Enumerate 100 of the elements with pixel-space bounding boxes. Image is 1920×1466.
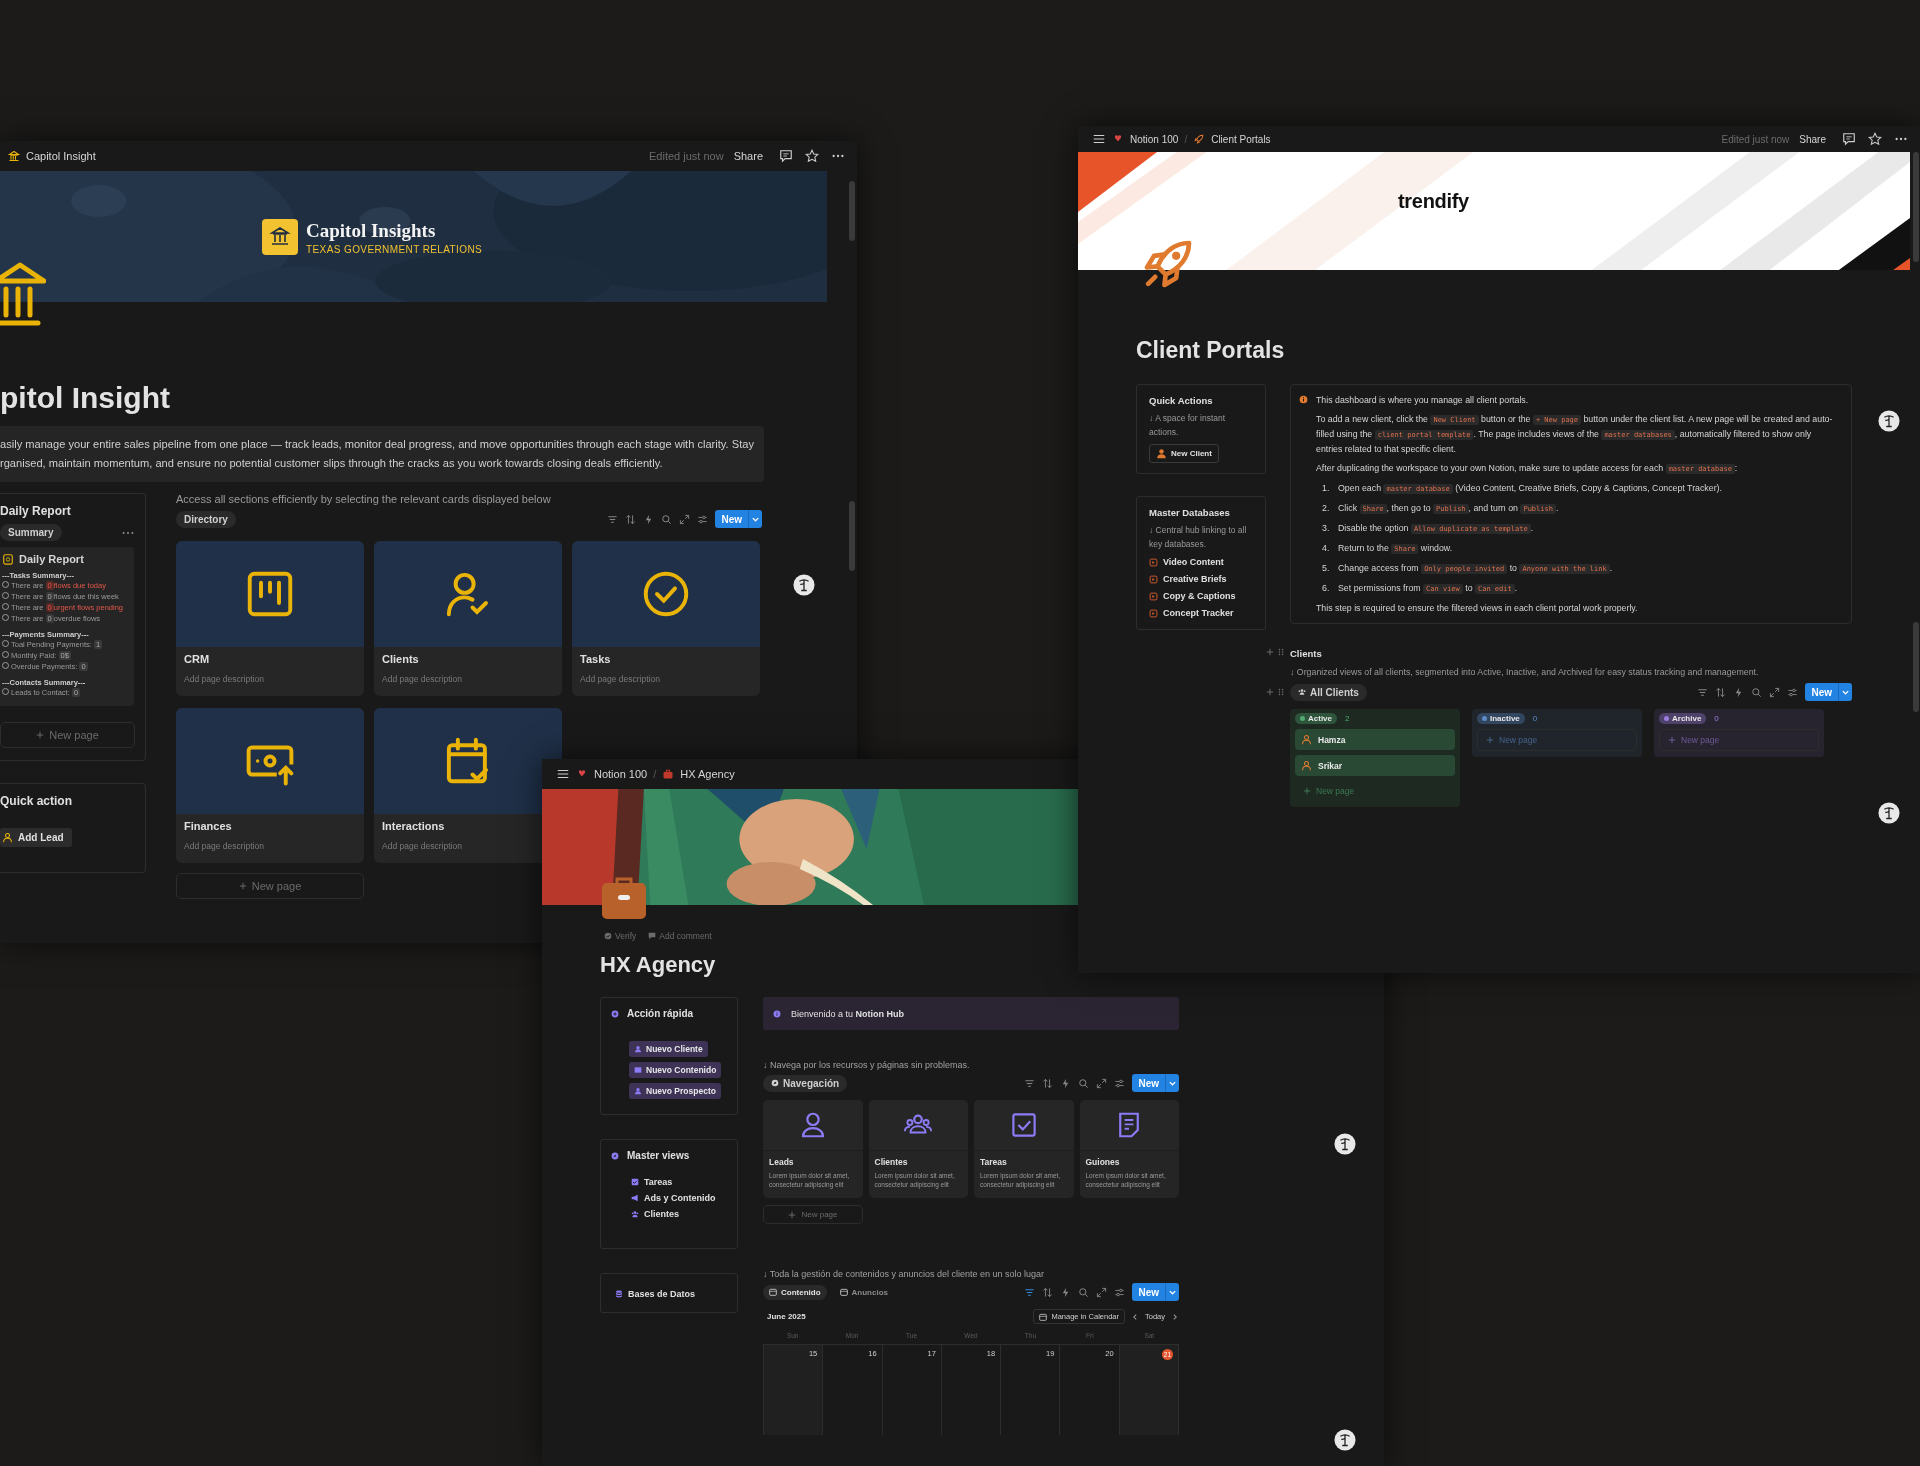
- drag-handle-icon[interactable]: [1277, 648, 1285, 656]
- page-card[interactable]: Finances Add page description: [176, 708, 364, 863]
- page-link[interactable]: Tareas: [631, 1177, 727, 1187]
- search-icon[interactable]: [1078, 1077, 1090, 1089]
- caret-icon[interactable]: [1165, 1074, 1179, 1092]
- megaphone-icon: [631, 1194, 639, 1202]
- caret-icon[interactable]: [1165, 1283, 1179, 1301]
- page-link[interactable]: Bases de Datos: [615, 1289, 696, 1299]
- drag-handle-icon[interactable]: [1277, 688, 1285, 696]
- settings-icon[interactable]: [1114, 1077, 1126, 1089]
- add-lead-button[interactable]: Add Lead: [0, 828, 72, 847]
- view-tab[interactable]: All Clients: [1290, 683, 1367, 701]
- database-link[interactable]: Creative Briefs: [1149, 573, 1227, 585]
- sort-icon[interactable]: [1042, 1077, 1054, 1089]
- assistant-icon[interactable]: [1878, 802, 1900, 824]
- client-card[interactable]: Hamza: [1295, 729, 1455, 750]
- step-number: 1.: [1322, 482, 1331, 495]
- expand-icon[interactable]: [1096, 1286, 1108, 1298]
- breadcrumb-item[interactable]: Notion 100: [1130, 133, 1179, 145]
- plus-circle-icon: [611, 1009, 619, 1018]
- page-card[interactable]: CRM Add page description: [176, 541, 364, 696]
- assistant-icon[interactable]: [793, 574, 815, 596]
- edit-status: Edited just now: [1721, 133, 1790, 145]
- database-link[interactable]: Copy & Captions: [1149, 590, 1236, 602]
- star-icon[interactable]: [805, 149, 819, 163]
- panel-title: Acción rápida: [627, 1008, 694, 1019]
- scrollbar[interactable]: [1913, 622, 1919, 712]
- sort-icon[interactable]: [625, 513, 637, 525]
- database-link[interactable]: Video Content: [1149, 556, 1224, 568]
- share-button[interactable]: Share: [1795, 133, 1830, 145]
- comment-icon[interactable]: [779, 149, 793, 163]
- card-description: Add page description: [184, 841, 265, 851]
- action-button[interactable]: Nuevo Prospecto: [629, 1083, 721, 1099]
- search-icon[interactable]: [1751, 686, 1763, 698]
- assistant-icon[interactable]: [1878, 410, 1900, 432]
- view-tab[interactable]: Navegación: [763, 1074, 848, 1092]
- chevron-right-icon[interactable]: [1171, 1312, 1179, 1321]
- view-tab[interactable]: Anuncios: [833, 1284, 894, 1300]
- page-card[interactable]: Tasks Add page description: [572, 541, 760, 696]
- new-client-button[interactable]: New Client: [1149, 444, 1219, 463]
- comment-icon[interactable]: [1842, 132, 1856, 146]
- calendar-icon: [1039, 1312, 1048, 1321]
- breadcrumb-item[interactable]: Client Portals: [1211, 133, 1271, 145]
- filter-icon[interactable]: [607, 513, 619, 525]
- filter-icon[interactable]: [1697, 686, 1709, 698]
- person-icon: [1301, 760, 1312, 771]
- settings-icon[interactable]: [1114, 1286, 1126, 1298]
- panel-title: Quick Actions: [1149, 395, 1213, 406]
- menu-icon[interactable]: [556, 767, 570, 781]
- view-tab[interactable]: Directory: [176, 510, 236, 528]
- filter-icon[interactable]: [1024, 1077, 1036, 1089]
- callout-paragraph: This dashboard is where you manage all client portals.: [1316, 394, 1530, 407]
- report-card[interactable]: [0, 547, 134, 706]
- assistant-icon[interactable]: [1334, 1133, 1356, 1155]
- action-button[interactable]: Nuevo Contenido: [629, 1062, 722, 1078]
- share-button[interactable]: Share: [729, 150, 767, 162]
- search-icon[interactable]: [1078, 1286, 1090, 1298]
- settings-icon[interactable]: [1787, 686, 1799, 698]
- more-icon[interactable]: [121, 529, 135, 536]
- action-button[interactable]: Nuevo Cliente: [629, 1041, 708, 1057]
- status-tag: Archive: [1659, 713, 1707, 724]
- breadcrumb-item[interactable]: Notion 100: [594, 768, 648, 780]
- settings-icon[interactable]: [697, 513, 709, 525]
- page-card[interactable]: Clients Add page description: [374, 541, 562, 696]
- card-title: Guiones: [1084, 1156, 1121, 1167]
- sort-icon[interactable]: [1715, 686, 1727, 698]
- expand-icon[interactable]: [1096, 1077, 1108, 1089]
- page-card[interactable]: Interactions Add page description: [374, 708, 562, 863]
- plus-icon: [1486, 736, 1494, 744]
- chevron-left-icon[interactable]: [1131, 1312, 1139, 1321]
- rocket-icon: [1193, 133, 1206, 145]
- search-icon[interactable]: [661, 513, 673, 525]
- view-tab[interactable]: Summary: [0, 524, 62, 541]
- caret-icon[interactable]: [748, 510, 762, 528]
- database-icon: [615, 1290, 623, 1298]
- star-icon[interactable]: [1868, 132, 1882, 146]
- breadcrumb-item[interactable]: Capitol Insight: [26, 150, 96, 162]
- caret-icon[interactable]: [1838, 683, 1852, 701]
- view-tab[interactable]: Contenido: [763, 1284, 827, 1300]
- card-description: Add page description: [184, 674, 265, 684]
- expand-icon[interactable]: [679, 513, 691, 525]
- breadcrumb-item[interactable]: HX Agency: [680, 768, 735, 780]
- scrollbar[interactable]: [849, 501, 855, 571]
- expand-icon[interactable]: [1769, 686, 1781, 698]
- card-title: CRM: [184, 653, 211, 665]
- page-link[interactable]: Clientes: [631, 1209, 727, 1219]
- section-heading: Clients: [1290, 648, 1322, 659]
- add-block-icon[interactable]: [1266, 648, 1274, 656]
- page-link[interactable]: Ads y Contenido: [631, 1193, 727, 1203]
- add-block-icon[interactable]: [1266, 688, 1274, 696]
- client-card[interactable]: Srikar: [1295, 755, 1455, 776]
- assistant-icon[interactable]: [1334, 1429, 1356, 1451]
- sort-icon[interactable]: [1042, 1286, 1054, 1298]
- filter-icon[interactable]: [1024, 1286, 1036, 1298]
- scrollbar[interactable]: [1913, 152, 1919, 262]
- scrollbar[interactable]: [849, 181, 855, 241]
- database-link[interactable]: Concept Tracker: [1149, 607, 1234, 619]
- calendar-icon: [839, 1288, 848, 1296]
- menu-icon[interactable]: [1092, 132, 1106, 146]
- card-title: Clients: [382, 653, 420, 665]
